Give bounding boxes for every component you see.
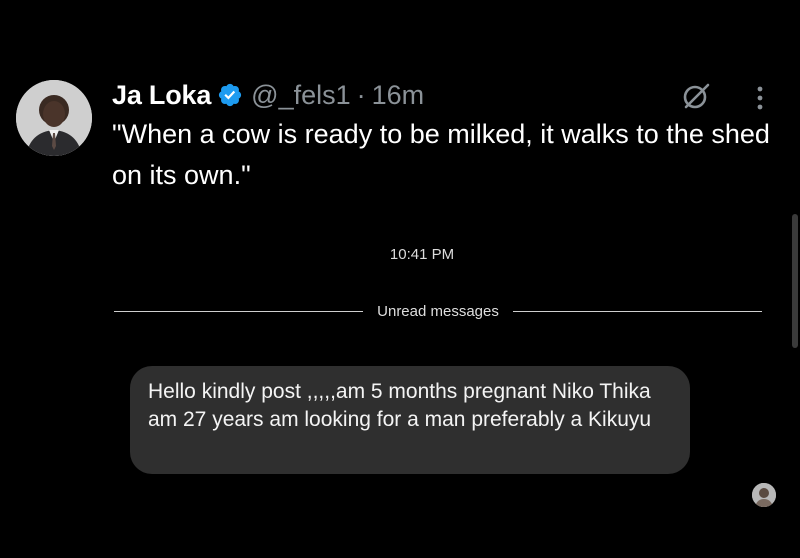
header-separator: · — [356, 79, 366, 110]
divider-line-left — [114, 310, 364, 312]
message-timestamp: 10:41 PM — [389, 246, 455, 263]
scrollbar-thumb[interactable] — [792, 214, 798, 348]
embedded-tweet[interactable]: Ja Loka @_fels1 · 16m "When a cow is rea… — [0, 0, 800, 240]
author-avatar[interactable] — [16, 80, 92, 156]
tweet-text: "When a cow is ready to be milked, it wa… — [112, 119, 770, 190]
unread-divider: Unread messages — [114, 300, 763, 322]
message-text: Hello kindly post ,,,,,am 5 months pregn… — [148, 380, 652, 431]
verified-badge-icon — [217, 82, 243, 108]
author-name[interactable]: Ja Loka — [112, 80, 211, 111]
tweet-header: Ja Loka @_fels1 · 16m — [112, 78, 424, 112]
tweet-time-ago[interactable]: 16m — [372, 80, 425, 111]
more-options-icon[interactable] — [746, 84, 774, 112]
message-bubble[interactable]: Hello kindly post ,,,,,am 5 months pregn… — [130, 366, 690, 474]
grok-icon[interactable] — [680, 80, 712, 112]
unread-messages-label: Unread messages — [377, 302, 499, 320]
divider-line-right — [512, 310, 763, 312]
read-receipt-avatar — [752, 483, 776, 507]
author-handle[interactable]: @_fels1 — [251, 80, 350, 111]
